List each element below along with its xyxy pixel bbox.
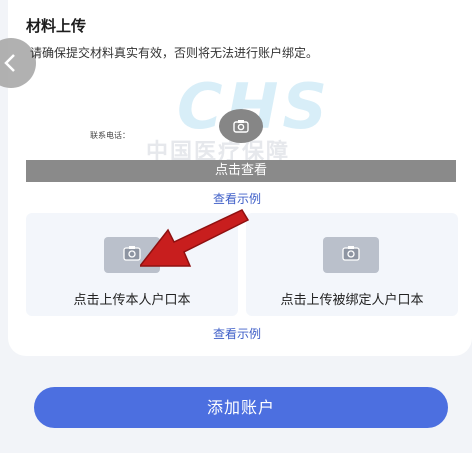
camera-icon	[342, 246, 360, 261]
upload-main-area[interactable]: CHS 中国医疗保障 联系电话： 点击查看	[26, 72, 456, 182]
upload-self-label: 点击上传本人户口本	[73, 293, 191, 308]
view-example-link-2[interactable]: 查看示例	[213, 325, 261, 342]
contact-label: 联系电话：	[90, 131, 130, 140]
camera-icon	[123, 246, 141, 261]
add-account-button[interactable]: 添加账户	[34, 387, 448, 428]
upload-camera-button[interactable]	[219, 109, 263, 143]
section-title: 材料上传	[26, 17, 87, 35]
view-button[interactable]: 点击查看	[26, 160, 456, 182]
chevron-left-icon	[4, 54, 15, 72]
camera-icon	[233, 120, 249, 133]
notice-text: 请确保提交材料真实有效，否则将无法进行账户绑定。	[30, 46, 319, 60]
camera-placeholder	[323, 237, 379, 273]
red-arrow-annotation	[140, 209, 250, 267]
upload-bound-label: 点击上传被绑定人户口本	[280, 293, 424, 308]
upload-bound-household-button[interactable]: 点击上传被绑定人户口本	[246, 213, 458, 316]
